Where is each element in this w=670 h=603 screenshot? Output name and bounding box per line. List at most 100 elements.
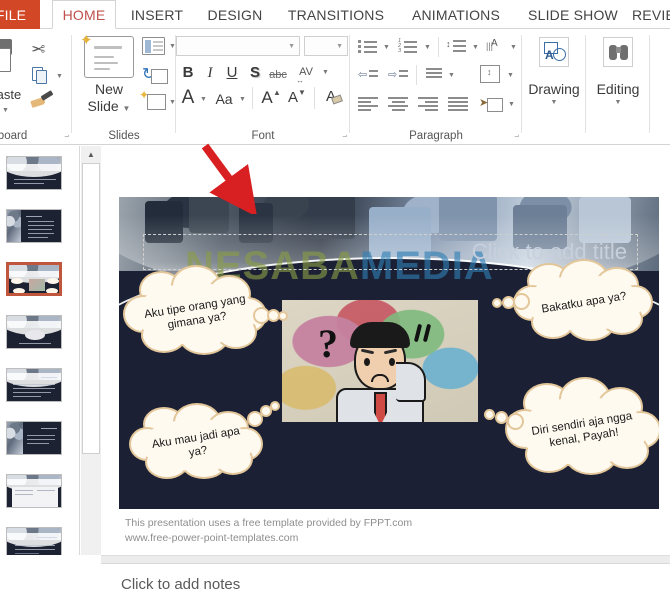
tab-file-label: FILE bbox=[0, 6, 27, 23]
font-name-input[interactable]: ▼ bbox=[176, 36, 300, 56]
font-color-button[interactable]: A bbox=[179, 88, 197, 107]
question-mark-icon: ? bbox=[318, 321, 338, 366]
tab-design[interactable]: DESIGN bbox=[198, 0, 272, 29]
annotation-arrow-icon bbox=[201, 143, 258, 214]
font-size-input[interactable]: ▼ bbox=[304, 36, 348, 56]
new-slide-line1: New bbox=[94, 81, 123, 97]
eraser-icon bbox=[331, 94, 343, 105]
smartart-chevron-down-icon[interactable]: ▼ bbox=[508, 101, 515, 108]
tab-review[interactable]: REVIEW bbox=[632, 0, 670, 29]
stage-bottom-area bbox=[101, 555, 670, 563]
justify-icon[interactable] bbox=[448, 97, 468, 111]
font-color-chevron-down-icon[interactable]: ▼ bbox=[200, 96, 207, 103]
font-size-chevron-down-icon[interactable]: ▼ bbox=[336, 43, 343, 50]
tab-home-label: HOME bbox=[62, 6, 106, 23]
underline-button[interactable]: U bbox=[223, 64, 241, 82]
title-placeholder-text: Click to add title bbox=[471, 239, 627, 264]
tab-animations[interactable]: ANIMATIONS bbox=[400, 0, 512, 29]
change-case-button[interactable]: Aa bbox=[212, 90, 236, 108]
new-slide-button[interactable]: ✦ bbox=[80, 32, 134, 78]
tab-home[interactable]: HOME bbox=[52, 0, 116, 29]
align-text-chevron-down-icon[interactable]: ▼ bbox=[507, 72, 514, 79]
bubble-top-right[interactable]: Bakatku apa ya? bbox=[494, 261, 651, 339]
text-direction-icon[interactable]: A ||| bbox=[486, 38, 506, 54]
clipboard-dialog-launcher[interactable] bbox=[60, 132, 69, 141]
section-button[interactable]: ✦ bbox=[139, 88, 168, 113]
ribbon-group-drawing: A Drawing ▼ bbox=[522, 31, 586, 143]
align-right-icon[interactable] bbox=[418, 97, 438, 111]
columns-icon[interactable] bbox=[426, 67, 446, 82]
text-direction-chevron-down-icon[interactable]: ▼ bbox=[510, 44, 517, 51]
scrollbar-thumb[interactable] bbox=[82, 163, 100, 454]
text-shadow-button[interactable]: S bbox=[246, 64, 264, 82]
editing-chevron-down-icon[interactable]: ▼ bbox=[595, 99, 641, 106]
slide-footnote: This presentation uses a free template p… bbox=[125, 516, 412, 546]
paste-chevron-down-icon[interactable]: ▼ bbox=[2, 107, 9, 114]
new-slide-button-label[interactable]: New Slide ▼ bbox=[76, 81, 142, 117]
increase-indent-icon[interactable]: ⇨ bbox=[388, 67, 408, 82]
strikethrough-button[interactable]: abc bbox=[266, 66, 290, 84]
slide-thumbnail-2[interactable] bbox=[6, 209, 62, 243]
tab-insert-label: INSERT bbox=[130, 6, 184, 23]
align-left-icon[interactable] bbox=[358, 97, 378, 111]
slide-thumbnail-5[interactable] bbox=[6, 368, 62, 402]
bullets-icon[interactable] bbox=[358, 39, 378, 54]
decrease-indent-icon[interactable]: ⇦ bbox=[358, 67, 378, 82]
convert-to-smartart-icon[interactable]: ➤ bbox=[479, 95, 504, 115]
reset-slide-icon[interactable]: ↺ bbox=[142, 64, 168, 86]
ribbon-group-editing: Editing ▼ bbox=[586, 31, 650, 143]
font-dialog-launcher[interactable] bbox=[338, 132, 347, 141]
slide-picture[interactable]: ? bbox=[282, 300, 478, 422]
powerpoint-window: FILE HOME INSERT DESIGN TRANSITIONS ANIM… bbox=[0, 0, 670, 603]
drawing-chevron-down-icon[interactable]: ▼ bbox=[531, 99, 577, 106]
notes-placeholder-text: Click to add notes bbox=[121, 576, 241, 593]
align-text-icon[interactable]: ↕ bbox=[480, 65, 502, 85]
paragraph-dialog-launcher[interactable] bbox=[510, 132, 519, 141]
slide-editing-stage[interactable]: NESABAMEDIA Click to add title ? Aku tip… bbox=[101, 146, 670, 555]
cut-icon[interactable]: ✂ bbox=[31, 40, 45, 60]
font-name-chevron-down-icon[interactable]: ▼ bbox=[288, 43, 295, 50]
numbering-chevron-down-icon[interactable]: ▼ bbox=[424, 44, 431, 51]
ribbon-group-paragraph: ▼ 1 2 3 ▼ ↕ ▼ A ||| ▼ ⇦ ⇨ ▼ ↕ ▼ ➤ ▼ Para… bbox=[350, 31, 522, 143]
change-case-chevron-down-icon[interactable]: ▼ bbox=[239, 96, 246, 103]
bold-button[interactable]: B bbox=[179, 64, 197, 82]
slide-panel-scrollbar[interactable]: ▲ ▼ bbox=[81, 146, 101, 603]
columns-chevron-down-icon[interactable]: ▼ bbox=[448, 72, 455, 79]
tab-file[interactable]: FILE bbox=[0, 0, 40, 29]
new-slide-star-icon: ✦ bbox=[80, 32, 93, 49]
paste-button-label[interactable]: Paste bbox=[0, 87, 21, 102]
notes-pane[interactable]: Click to add notes bbox=[101, 564, 670, 603]
tab-transitions[interactable]: TRANSITIONS bbox=[278, 0, 394, 29]
slide-thumbnail-1[interactable] bbox=[6, 156, 62, 190]
format-painter-icon[interactable] bbox=[30, 90, 54, 109]
current-slide[interactable]: NESABAMEDIA Click to add title ? Aku tip… bbox=[119, 197, 659, 509]
slide-thumbnail-4[interactable] bbox=[6, 315, 62, 349]
char-spacing-chevron-down-icon[interactable]: ▼ bbox=[322, 69, 329, 76]
slide-thumbnail-6[interactable] bbox=[6, 421, 62, 455]
slide-thumbnail-panel[interactable] bbox=[0, 146, 80, 603]
slide-thumbnail-7[interactable] bbox=[6, 474, 62, 508]
bubble-bottom-right[interactable]: Diri sendiri aja ngga kenal, Payah! bbox=[486, 379, 659, 473]
editing-button-label: Editing bbox=[596, 81, 640, 97]
bubble-bottom-left[interactable]: Aku mau jadi apa ya? bbox=[131, 403, 278, 477]
italic-button[interactable]: I bbox=[201, 64, 219, 82]
tab-design-label: DESIGN bbox=[207, 6, 263, 23]
tab-slide-show[interactable]: SLIDE SHOW bbox=[518, 0, 628, 29]
line-spacing-chevron-down-icon[interactable]: ▼ bbox=[472, 44, 479, 51]
ribbon-group-clipboard: Paste ✂ ▼ ▼ Clipboard bbox=[0, 31, 72, 143]
copy-chevron-down-icon[interactable]: ▼ bbox=[56, 73, 63, 80]
bubble-top-left[interactable]: Aku tipe orang yang gimana ya? bbox=[125, 267, 286, 353]
numbering-icon[interactable]: 1 2 3 bbox=[398, 38, 418, 54]
bullets-chevron-down-icon[interactable]: ▼ bbox=[383, 44, 390, 51]
scroll-up-arrow-icon[interactable]: ▲ bbox=[81, 146, 101, 163]
drawing-button-label: Drawing bbox=[528, 81, 580, 97]
copy-icon[interactable] bbox=[32, 67, 49, 85]
align-center-icon[interactable] bbox=[388, 97, 408, 111]
line-spacing-icon[interactable]: ↕ bbox=[446, 39, 466, 54]
paste-icon[interactable] bbox=[0, 37, 18, 77]
tab-insert[interactable]: INSERT bbox=[124, 0, 190, 29]
slide-thumbnail-3[interactable] bbox=[6, 262, 62, 296]
title-placeholder[interactable]: Click to add title bbox=[143, 234, 638, 270]
tab-animations-label: ANIMATIONS bbox=[411, 6, 501, 23]
slide-layout-button[interactable] bbox=[142, 37, 166, 56]
